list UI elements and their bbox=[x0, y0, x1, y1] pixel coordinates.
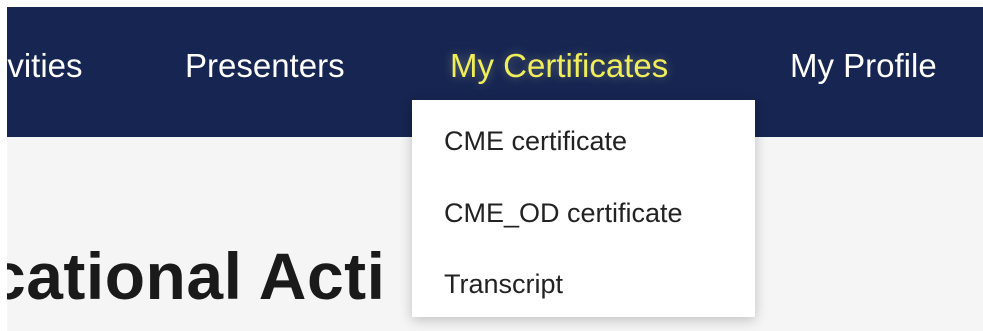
certificates-dropdown-menu: CME certificate CME_OD certificate Trans… bbox=[412, 100, 755, 317]
nav-item-my-certificates[interactable]: My Certificates bbox=[450, 44, 668, 88]
nav-item-presenters[interactable]: Presenters bbox=[185, 44, 345, 88]
nav-item-my-profile[interactable]: My Profile bbox=[790, 44, 937, 88]
nav-item-activities[interactable]: ivities bbox=[0, 44, 83, 88]
page: ivities Presenters My Certificates My Pr… bbox=[0, 0, 983, 331]
page-title: cational Acti bbox=[0, 239, 386, 314]
menu-item-cme-certificate[interactable]: CME certificate bbox=[444, 121, 627, 161]
left-edge-strip bbox=[0, 0, 7, 331]
menu-item-cme-od-certificate[interactable]: CME_OD certificate bbox=[444, 193, 683, 233]
menu-item-transcript[interactable]: Transcript bbox=[444, 264, 563, 304]
